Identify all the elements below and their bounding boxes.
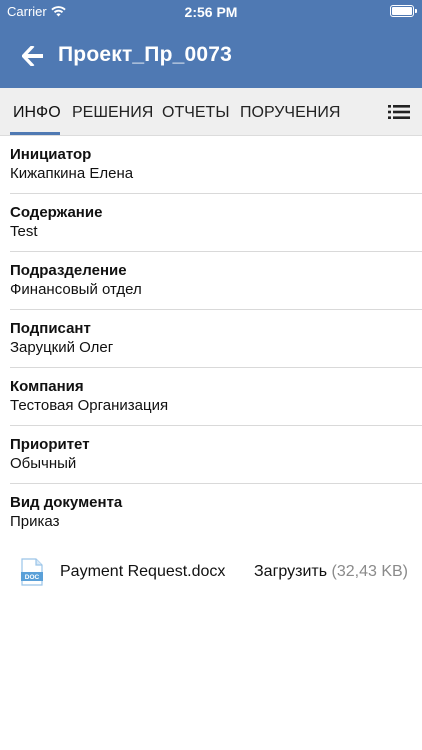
tab-decisions[interactable]: РЕШЕНИЯ [72, 104, 153, 122]
file-size: (32,43 KB) [331, 563, 408, 580]
document-info-list: Инициатор Кижапкина Елена Содержание Tes… [0, 136, 422, 542]
back-button[interactable] [18, 42, 48, 70]
field-company: Компания Тестовая Организация [10, 368, 422, 426]
field-value: Кижапкина Елена [10, 165, 134, 182]
field-initiator: Инициатор Кижапкина Елена [10, 136, 422, 194]
page-title: Проект_Пр_0073 [58, 43, 233, 66]
field-document-type: Вид документа Приказ [10, 484, 422, 542]
field-label: Содержание [10, 204, 103, 221]
doc-file-icon: DOC [21, 558, 43, 586]
clock: 2:56 PM [184, 4, 238, 20]
field-value: Приказ [10, 513, 60, 530]
field-label: Инициатор [10, 146, 92, 163]
field-department: Подразделение Финансовый отдел [10, 252, 422, 310]
status-bar: Carrier 2:56 PM [0, 0, 422, 24]
field-value: Тестовая Организация [10, 397, 169, 414]
field-label: Вид документа [10, 494, 123, 511]
list-icon [388, 105, 410, 119]
field-signer: Подписант Заруцкий Олег [10, 310, 422, 368]
field-label: Подписант [10, 320, 91, 337]
download-label: Загрузить [254, 563, 328, 580]
field-content: Содержание Test [10, 194, 422, 252]
field-value: Финансовый отдел [10, 281, 142, 298]
field-value: Заруцкий Олег [10, 339, 114, 356]
field-label: Подразделение [10, 262, 127, 279]
tabs-menu-button[interactable] [388, 104, 410, 120]
attachment-row[interactable]: DOC Payment Request.docx Загрузить (32,4… [0, 552, 422, 592]
arrow-left-icon [22, 46, 43, 66]
tab-info[interactable]: ИНФО [13, 104, 61, 122]
doc-icon-label: DOC [25, 574, 40, 581]
tab-assignments[interactable]: ПОРУЧЕНИЯ [240, 104, 340, 122]
field-label: Компания [10, 378, 84, 395]
download-button[interactable]: Загрузить (32,43 KB) [254, 563, 408, 581]
active-tab-indicator [10, 132, 60, 135]
navigation-bar: Проект_Пр_0073 [0, 24, 422, 88]
battery-icon [390, 5, 417, 17]
field-value: Обычный [10, 455, 77, 472]
tab-reports[interactable]: ОТЧЕТЫ [162, 104, 230, 122]
attachment-filename[interactable]: Payment Request.docx [60, 563, 225, 581]
field-value: Test [10, 223, 38, 240]
field-label: Приоритет [10, 436, 90, 453]
tab-bar: ИНФО РЕШЕНИЯ ОТЧЕТЫ ПОРУЧЕНИЯ [0, 88, 422, 136]
field-priority: Приоритет Обычный [10, 426, 422, 484]
